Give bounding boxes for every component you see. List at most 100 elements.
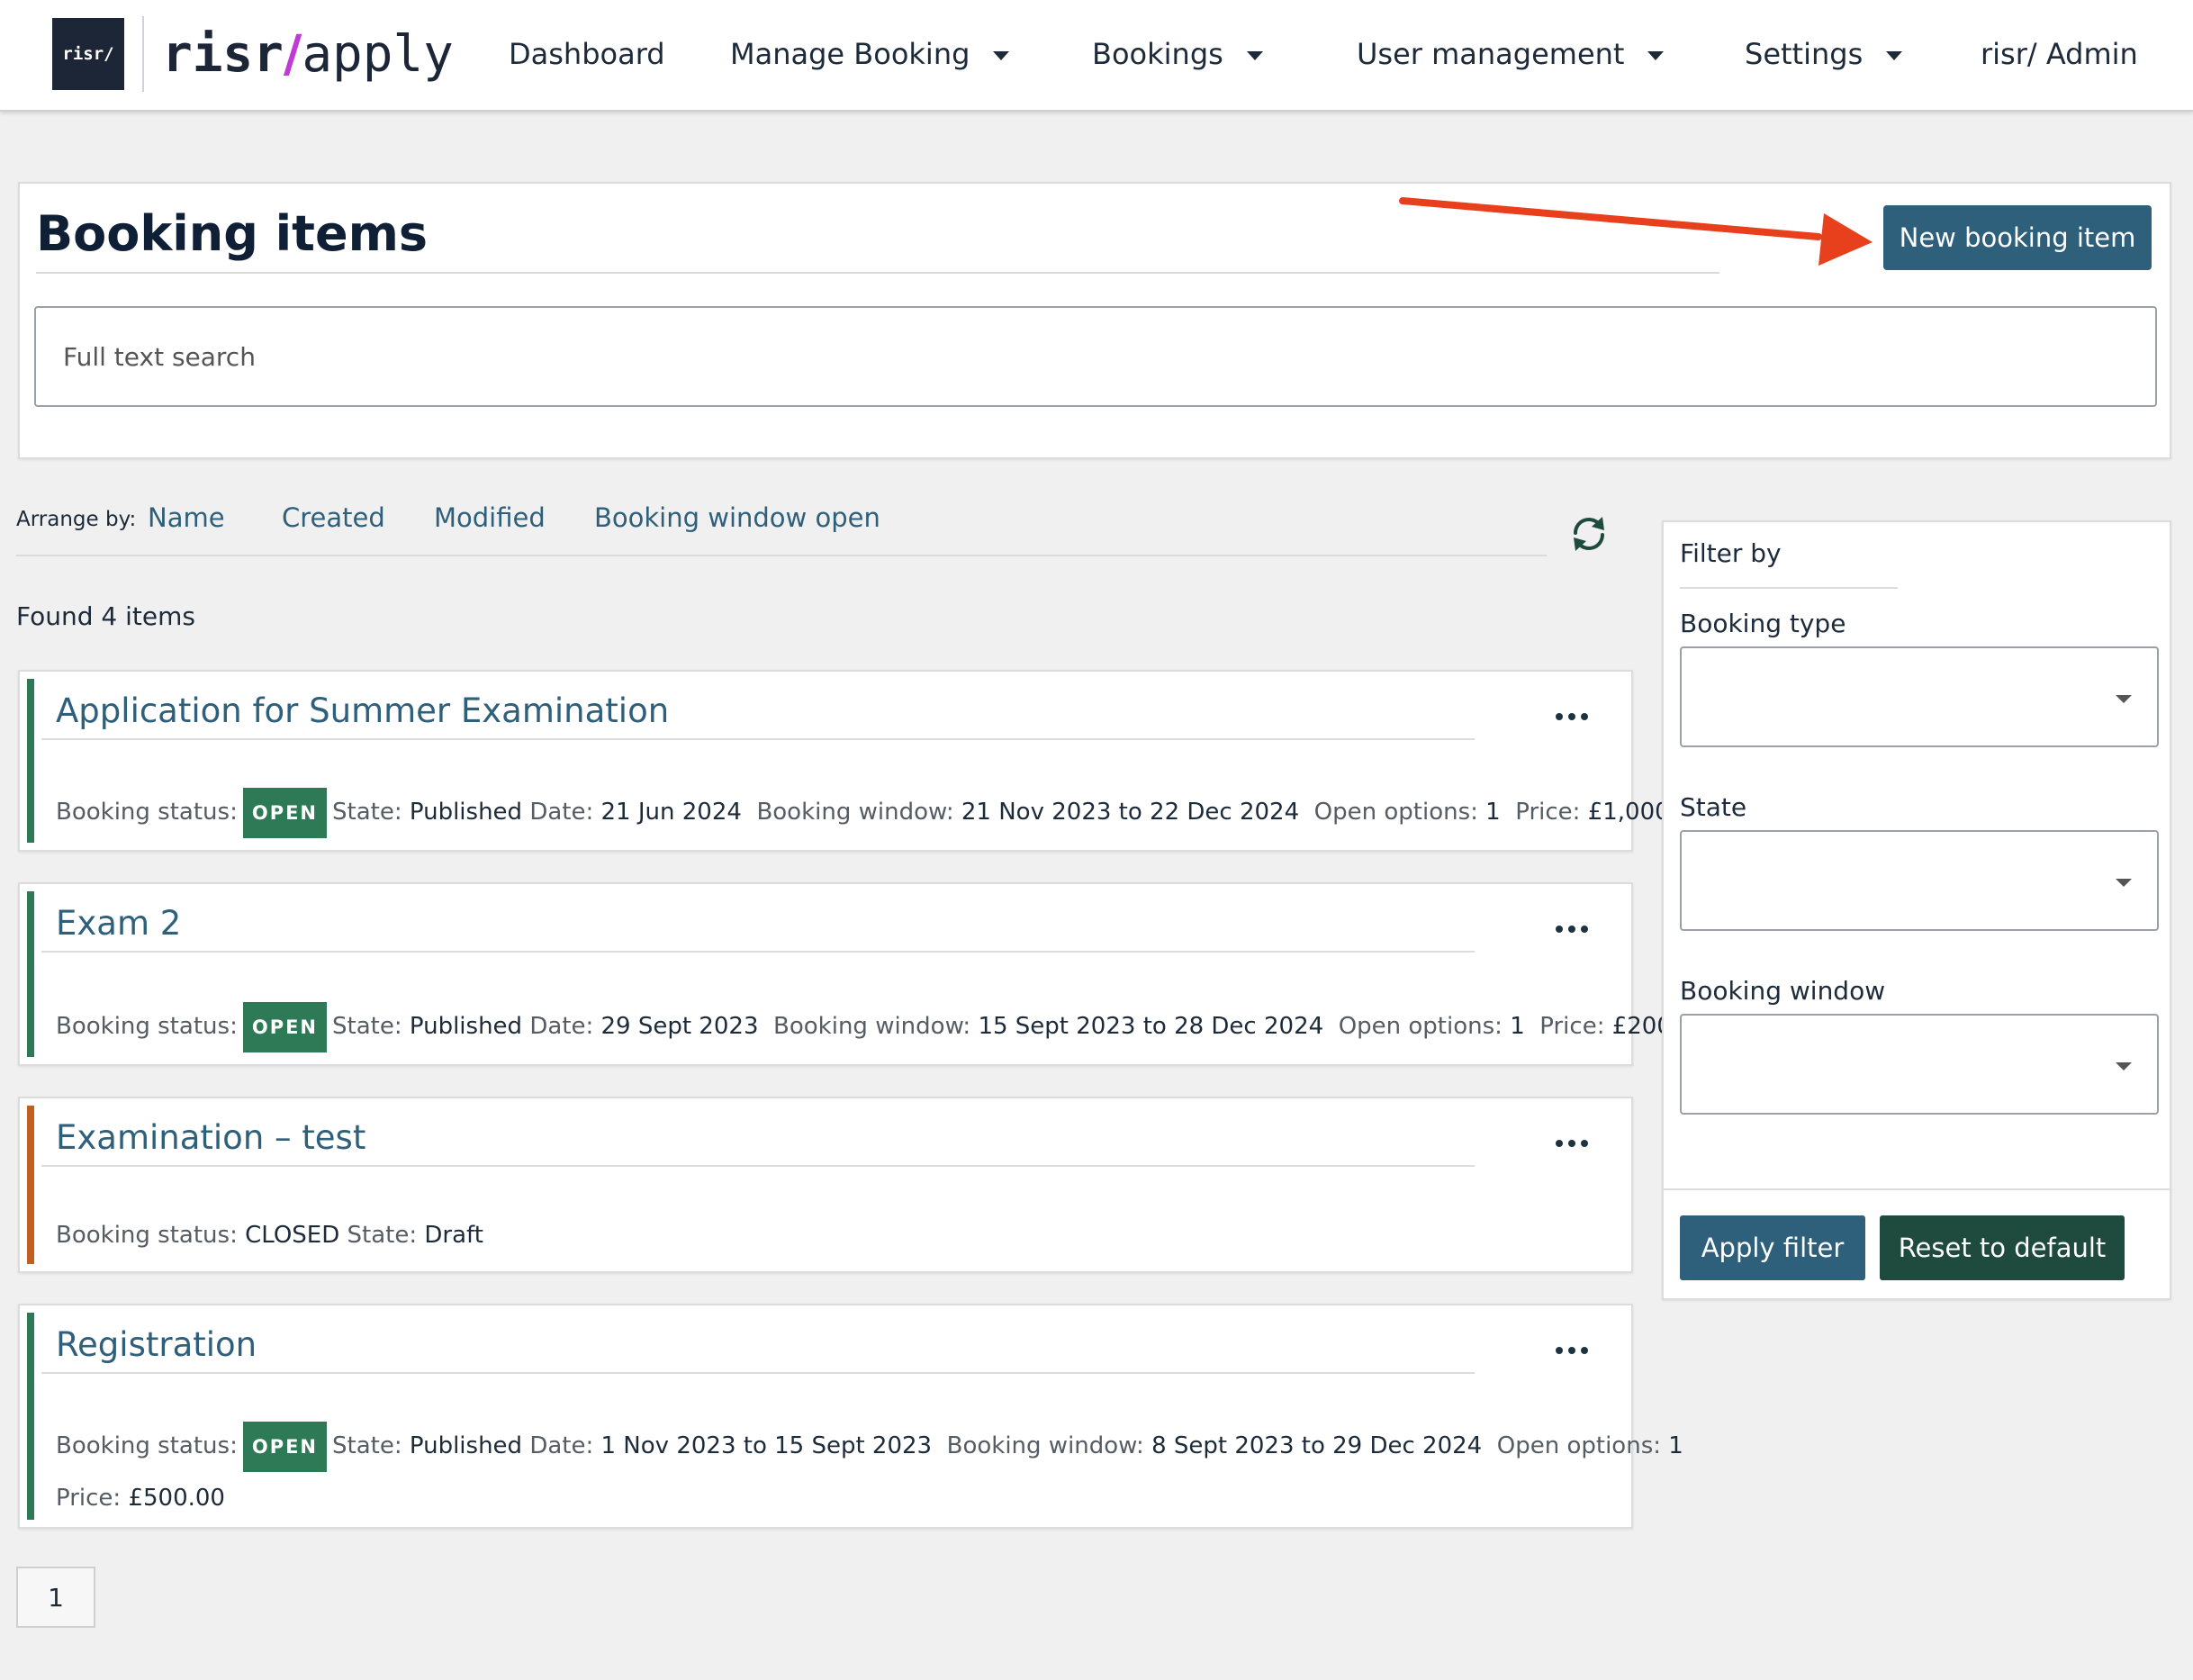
state-key: State:	[332, 1013, 402, 1040]
arrange-by-label: Arrange by:	[16, 508, 137, 531]
booking-item-title[interactable]: Exam 2	[56, 900, 181, 947]
more-options-icon[interactable]	[1556, 708, 1588, 726]
date-value: 21 Jun 2024	[600, 799, 742, 826]
date-key: Date:	[529, 799, 594, 826]
arrange-by-created[interactable]: Created	[282, 502, 385, 533]
item-divider	[41, 951, 1475, 953]
window-key: Booking window:	[773, 1013, 971, 1040]
nav-settings-label: Settings	[1745, 37, 1864, 71]
booking-item-title[interactable]: Application for Summer Examination	[56, 688, 669, 735]
status-badge: OPEN	[242, 1421, 328, 1472]
window-value: 8 Sept 2023 to 29 Dec 2024	[1151, 1432, 1483, 1459]
chevron-down-icon	[993, 51, 1010, 60]
state-key: State:	[332, 799, 402, 826]
booking-item-price-line: Price: £500.00	[56, 1473, 225, 1523]
item-divider	[41, 1165, 1475, 1167]
arrange-by-booking-window-open[interactable]: Booking window open	[594, 502, 880, 533]
booking-item-title[interactable]: Examination – test	[56, 1115, 366, 1161]
top-navigation-bar: risr/ risr/apply Dashboard Manage Bookin…	[0, 0, 2193, 112]
state-label: State	[1680, 792, 1747, 822]
filter-title: Filter by	[1680, 538, 1782, 568]
state-value: Published	[409, 1432, 523, 1459]
nav-user-management-label: User management	[1357, 37, 1625, 71]
more-options-icon[interactable]	[1556, 1341, 1588, 1359]
date-value: 1 Nov 2023 to 15 Sept 2023	[600, 1432, 933, 1459]
nav-risr-admin-label: risr/ Admin	[1981, 37, 2138, 71]
status-indicator-bar	[27, 891, 34, 1057]
state-value: Draft	[424, 1222, 483, 1249]
price-key: Price:	[56, 1485, 122, 1512]
options-key: Open options:	[1338, 1013, 1503, 1040]
booking-item-card: Registration Booking status: OPEN State: P…	[18, 1304, 1683, 1529]
price-key: Price:	[1515, 799, 1581, 826]
status-key: Booking status:	[56, 1013, 238, 1040]
status-indicator-bar	[27, 1313, 34, 1520]
more-options-icon[interactable]	[1556, 1134, 1588, 1152]
status-indicator-bar	[27, 679, 34, 843]
nav-user-management[interactable]: User management	[1357, 31, 1665, 77]
nav-bookings-label: Bookings	[1092, 37, 1223, 71]
booking-window-label: Booking window	[1680, 976, 1886, 1006]
state-value: Published	[409, 1013, 523, 1040]
reset-to-default-button[interactable]: Reset to default	[1880, 1215, 2125, 1280]
status-key: Booking status:	[56, 799, 238, 826]
nav-risr-admin[interactable]: risr/ Admin	[1981, 31, 2138, 77]
wordmark-risr: risr	[162, 25, 284, 84]
price-value: £500.00	[128, 1485, 225, 1512]
chevron-down-icon	[2116, 1062, 2132, 1070]
booking-window-select[interactable]	[1680, 1014, 2159, 1115]
window-value: 15 Sept 2023 to 28 Dec 2024	[978, 1013, 1324, 1040]
page-number: 1	[48, 1582, 64, 1612]
refresh-icon[interactable]	[1568, 513, 1610, 555]
logo-mark-text: risr/	[62, 44, 114, 64]
more-options-icon[interactable]	[1556, 920, 1588, 938]
options-key: Open options:	[1496, 1432, 1661, 1459]
results-count: Found 4 items	[16, 601, 195, 631]
window-value: 21 Nov 2023 to 22 Dec 2024	[961, 799, 1300, 826]
booking-item-title[interactable]: Registration	[56, 1322, 257, 1368]
annotation-arrow	[1399, 197, 1873, 266]
pagination-page-button[interactable]: 1	[16, 1567, 95, 1628]
chevron-down-icon	[2116, 695, 2132, 703]
state-key: State:	[332, 1432, 402, 1459]
item-divider	[41, 1372, 1475, 1374]
status-badge: OPEN	[242, 787, 328, 838]
logo-divider	[142, 16, 144, 92]
status-key: Booking status:	[56, 1222, 238, 1249]
state-value: Published	[409, 799, 523, 826]
filter-divider	[1664, 1188, 2170, 1190]
chevron-down-icon	[1886, 51, 1903, 60]
page-title: Booking items	[36, 205, 429, 262]
date-key: Date:	[529, 1013, 594, 1040]
nav-manage-booking[interactable]: Manage Booking	[730, 31, 1010, 77]
full-text-search-input[interactable]	[34, 306, 2157, 407]
risr-apply-wordmark[interactable]: risr/apply	[162, 20, 454, 88]
wordmark-slash: /	[283, 24, 302, 84]
arrange-divider	[16, 555, 1547, 556]
item-divider	[41, 738, 1475, 740]
title-divider	[36, 272, 1719, 274]
risr-logo-mark[interactable]: risr/	[52, 18, 124, 90]
nav-dashboard-label: Dashboard	[509, 37, 665, 71]
arrange-by-modified[interactable]: Modified	[434, 502, 546, 533]
state-select[interactable]	[1680, 830, 2159, 931]
chevron-down-icon	[2116, 879, 2132, 887]
options-value: 1	[1510, 1013, 1525, 1040]
booking-item-card: Exam 2 Booking status: OPEN State: Publish…	[18, 882, 1709, 1066]
state-key: State:	[347, 1222, 418, 1249]
nav-dashboard[interactable]: Dashboard	[509, 31, 665, 77]
booking-type-select[interactable]	[1680, 646, 2159, 747]
status-indicator-bar	[27, 1106, 34, 1264]
nav-manage-booking-label: Manage Booking	[730, 37, 970, 71]
nav-settings[interactable]: Settings	[1745, 31, 1903, 77]
arrange-by-name[interactable]: Name	[148, 502, 225, 533]
date-key: Date:	[529, 1432, 594, 1459]
price-key: Price:	[1539, 1013, 1605, 1040]
date-value: 29 Sept 2023	[600, 1013, 759, 1040]
new-booking-item-button[interactable]: New booking item	[1883, 205, 2152, 270]
booking-item-card: Examination – test Booking status: CLOSE…	[18, 1097, 1633, 1273]
filter-panel: Filter by Booking type State Booking win…	[1662, 520, 2171, 1300]
nav-bookings[interactable]: Bookings	[1092, 31, 1263, 77]
apply-filter-button[interactable]: Apply filter	[1680, 1215, 1865, 1280]
booking-item-details: Booking status: OPEN State: Published Date…	[56, 1001, 1709, 1052]
